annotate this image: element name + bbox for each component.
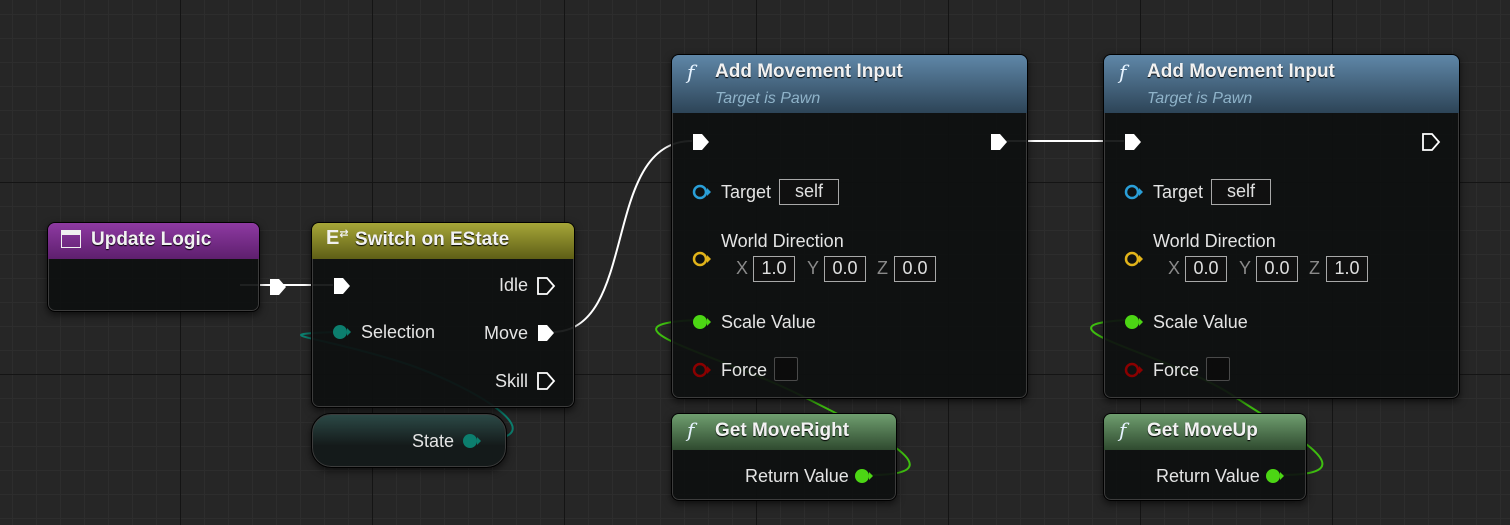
skill-label: Skill: [494, 371, 528, 391]
target-pin[interactable]: [692, 183, 712, 201]
idle-exec-out-pin[interactable]: [536, 276, 556, 296]
function-icon: f: [1119, 60, 1127, 84]
exec-in-pin[interactable]: [691, 132, 711, 152]
state-output-pin[interactable]: [462, 432, 484, 450]
enum-switch-icon: E⇄: [326, 227, 349, 249]
function-icon: f: [687, 60, 695, 84]
exec-out-pin[interactable]: [1421, 132, 1441, 152]
update-logic-title: Update Logic: [91, 229, 212, 250]
get-moveup-node[interactable]: f Get MoveUp Return Value: [1103, 413, 1307, 501]
return-value-label: Return Value: [745, 466, 849, 486]
force-label: Force: [721, 360, 768, 380]
skill-exec-out-pin[interactable]: [536, 371, 556, 391]
selection-pin[interactable]: [332, 323, 352, 341]
move-label: Move: [483, 323, 528, 343]
add-movement-input-node-1[interactable]: f Add Movement Input Target is Pawn Targ…: [671, 54, 1028, 399]
move-exec-out-pin[interactable]: [536, 323, 556, 343]
idle-label: Idle: [498, 275, 528, 295]
add-movement-title-2: Add Movement Input: [1147, 61, 1335, 82]
exec-in-pin[interactable]: [1123, 132, 1143, 152]
update-logic-node[interactable]: Update Logic: [47, 222, 286, 312]
force-pin[interactable]: [692, 361, 712, 379]
z-axis-label: Z: [1309, 258, 1320, 278]
selection-label: Selection: [361, 322, 436, 342]
add-movement-subtitle-1: Target is Pawn: [715, 90, 821, 107]
force-checkbox[interactable]: [1206, 357, 1230, 381]
exec-out-pin[interactable]: [268, 277, 288, 297]
state-label: State: [412, 431, 455, 451]
z-axis-label: Z: [877, 258, 888, 278]
z-value-field[interactable]: 0.0: [894, 256, 936, 282]
state-variable-node[interactable]: State: [311, 413, 507, 468]
world-direction-pin[interactable]: [692, 250, 712, 268]
force-checkbox[interactable]: [774, 357, 798, 381]
function-icon: f: [687, 418, 695, 442]
get-moveright-title: Get MoveRight: [715, 420, 850, 441]
switch-on-estate-node[interactable]: E⇄ Switch on EState Selection Idle Move …: [311, 222, 575, 408]
x-value-field[interactable]: 1.0: [753, 256, 795, 282]
add-movement-input-node-2[interactable]: f Add Movement Input Target is Pawn Targ…: [1103, 54, 1460, 399]
add-movement-subtitle-2: Target is Pawn: [1147, 90, 1253, 107]
y-value-field[interactable]: 0.0: [1256, 256, 1298, 282]
target-value-field[interactable]: self: [1211, 179, 1271, 205]
return-value-pin[interactable]: [1265, 467, 1287, 485]
x-axis-label: X: [736, 258, 749, 278]
force-pin[interactable]: [1124, 361, 1144, 379]
exec-out-pin[interactable]: [989, 132, 1009, 152]
scale-value-label: Scale Value: [1153, 312, 1248, 332]
target-value-field[interactable]: self: [779, 179, 839, 205]
force-label: Force: [1153, 360, 1200, 380]
world-direction-label: World Direction: [721, 231, 844, 251]
y-value-field[interactable]: 0.0: [824, 256, 866, 282]
return-value-pin[interactable]: [854, 467, 876, 485]
event-icon: [61, 230, 81, 248]
scale-value-pin[interactable]: [692, 313, 712, 331]
z-value-field[interactable]: 1.0: [1326, 256, 1368, 282]
get-moveright-node[interactable]: f Get MoveRight Return Value: [671, 413, 897, 501]
world-direction-pin[interactable]: [1124, 250, 1144, 268]
function-icon: f: [1119, 418, 1127, 442]
x-value-field[interactable]: 0.0: [1185, 256, 1227, 282]
add-movement-title-1: Add Movement Input: [715, 61, 903, 82]
get-moveup-title: Get MoveUp: [1147, 420, 1258, 441]
switch-title: Switch on EState: [355, 229, 510, 250]
x-axis-label: X: [1168, 258, 1181, 278]
return-value-label: Return Value: [1156, 466, 1260, 486]
scale-value-label: Scale Value: [721, 312, 816, 332]
world-direction-label: World Direction: [1153, 231, 1276, 251]
target-label: Target: [721, 182, 772, 202]
scale-value-pin[interactable]: [1124, 313, 1144, 331]
y-axis-label: Y: [807, 258, 820, 278]
target-pin[interactable]: [1124, 183, 1144, 201]
exec-in-pin[interactable]: [332, 276, 352, 296]
y-axis-label: Y: [1239, 258, 1252, 278]
target-label: Target: [1153, 182, 1204, 202]
